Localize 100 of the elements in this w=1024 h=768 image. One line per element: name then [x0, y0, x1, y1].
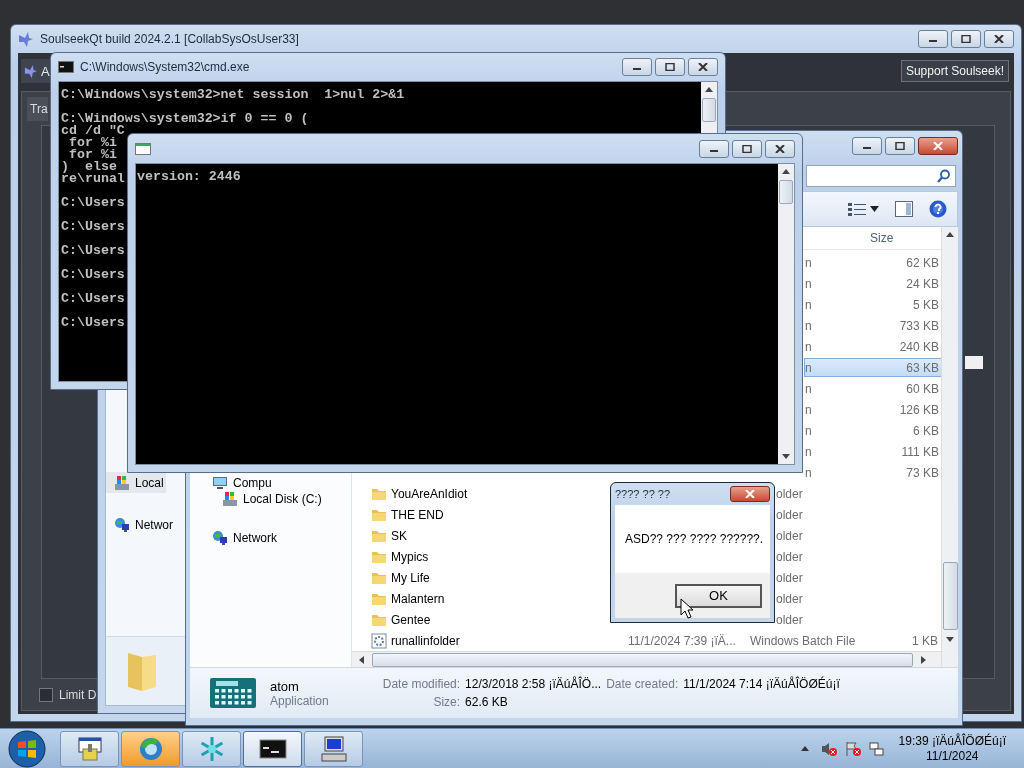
flag-error-icon[interactable] [844, 740, 861, 757]
file-row[interactable]: runallinfolder 11/1/2024 7:39 ¡ïÄ... Windows Batch File 1 KB [352, 630, 941, 651]
field-value: 11/1/2024 7:14 ¡ïÄúÅÎÖØÉú¡ï [683, 677, 840, 691]
column-header[interactable]: Size [867, 227, 941, 249]
minimize-button[interactable] [852, 137, 882, 155]
gear-file-icon [371, 632, 387, 649]
file-name: atom [270, 678, 300, 694]
file-name[interactable]: Mypics [391, 549, 429, 564]
ok-button[interactable]: OK [675, 583, 762, 608]
clock-date: 11/1/2024 [926, 748, 979, 764]
size-cell-text: 5 KB [912, 297, 940, 312]
type-cell: older [776, 507, 803, 522]
tab[interactable]: A [21, 59, 53, 83]
caret-icon[interactable] [870, 206, 879, 212]
start-button[interactable] [8, 729, 46, 768]
nav-item[interactable]: Compu [212, 475, 272, 491]
maximize-icon [665, 63, 675, 71]
close-button[interactable] [730, 486, 770, 502]
close-icon [745, 490, 755, 498]
type-cell: older [776, 612, 803, 627]
search-field[interactable] [806, 165, 956, 187]
size-cell-text: 111 KB [900, 444, 940, 459]
scroll-up-icon[interactable] [704, 86, 714, 94]
file-row[interactable]: n 6 KB [804, 421, 942, 440]
close-button[interactable] [688, 58, 718, 76]
taskbar-button[interactable] [60, 730, 119, 767]
taskbar-button[interactable] [304, 730, 363, 767]
type-cell-text: n [805, 255, 813, 270]
nav-item[interactable]: Local [106, 472, 166, 493]
support-button[interactable]: Support Soulseek! [900, 60, 1009, 82]
scrollbar-thumb[interactable] [779, 180, 793, 204]
minimize-button[interactable] [918, 30, 948, 48]
close-icon [698, 63, 708, 71]
type-cell-text: n [805, 381, 813, 396]
console-line: for %i [67, 137, 117, 149]
size-cell-text: 6 KB [912, 423, 940, 438]
close-button[interactable] [984, 30, 1014, 48]
type-cell: older [776, 591, 803, 606]
console-line: C:\Users [61, 293, 125, 305]
file-row[interactable]: n 733 KB [804, 316, 942, 335]
type-cell-text: n [805, 444, 813, 459]
file-row[interactable]: n 62 KB [804, 253, 942, 272]
maximize-button[interactable] [732, 139, 762, 158]
checkbox-label: Limit D [59, 688, 97, 702]
file-row[interactable]: n 126 KB [804, 400, 942, 419]
maximize-icon [895, 142, 905, 150]
nav-item[interactable]: Local Disk (C:) [222, 491, 322, 507]
type-cell-text: n [805, 465, 813, 480]
file-row[interactable]: n 60 KB [804, 379, 942, 398]
close-button[interactable] [918, 137, 958, 155]
scroll-handle[interactable] [965, 356, 983, 369]
size-cell-text: 73 KB [905, 465, 940, 480]
preview-pane-icon[interactable] [895, 201, 913, 217]
file-name[interactable]: YouAreAnIdiot [391, 486, 468, 501]
scrollbar-thumb[interactable] [372, 652, 913, 667]
network-icon[interactable] [868, 740, 885, 757]
nav-item[interactable]: Networ [106, 514, 175, 535]
file-row[interactable]: n 24 KB [804, 274, 942, 293]
close-button[interactable] [765, 139, 795, 158]
checkbox[interactable] [39, 688, 53, 702]
maximize-button[interactable] [951, 30, 981, 48]
computer-icon [212, 475, 228, 491]
file-row[interactable]: n 5 KB [804, 295, 942, 314]
console-line: for %i [67, 149, 117, 161]
file-row[interactable]: n 111 KB [804, 442, 942, 461]
scroll-down-icon[interactable] [945, 635, 955, 643]
type-cell-text: n [805, 423, 813, 438]
file-name[interactable]: THE END [391, 507, 444, 522]
console-line: C:\Users [61, 221, 125, 233]
file-name[interactable]: My Life [391, 570, 430, 585]
maximize-button[interactable] [655, 58, 685, 76]
file-row[interactable]: n 63 KB [804, 358, 942, 377]
help-icon[interactable] [929, 200, 947, 218]
file-row[interactable]: n 240 KB [804, 337, 942, 356]
console-line: version: 2446 [137, 171, 241, 183]
minimize-button[interactable] [699, 139, 729, 158]
type-cell-text: n [805, 360, 813, 375]
minimize-button[interactable] [622, 58, 652, 76]
scroll-up-icon[interactable] [945, 231, 955, 239]
view-list-icon[interactable] [848, 202, 866, 216]
file-name[interactable]: SK [391, 528, 407, 543]
bird-icon [18, 31, 34, 47]
dialog-message: ASD?? ??? ???? ??????. [625, 532, 764, 546]
tab[interactable]: Tra [27, 97, 48, 121]
maximize-icon [742, 144, 752, 153]
scroll-down-icon[interactable] [781, 452, 791, 460]
file-name[interactable]: Malantern [391, 591, 445, 606]
scrollbar-thumb[interactable] [702, 98, 716, 122]
maximize-button[interactable] [885, 137, 915, 155]
file-name[interactable]: Gentee [391, 612, 431, 627]
scrollbar-thumb[interactable] [943, 562, 958, 630]
volume-muted-icon[interactable] [820, 740, 837, 757]
scroll-up-icon[interactable] [781, 168, 791, 176]
field-label: Date created: [606, 677, 679, 691]
nav-item[interactable]: Network [212, 530, 277, 546]
keypad-icon [210, 678, 256, 708]
taskbar-button[interactable] [243, 730, 302, 767]
file-row[interactable]: n 73 KB [804, 463, 942, 482]
field-label: Date modified: [382, 677, 461, 691]
type-cell: older [776, 486, 803, 501]
